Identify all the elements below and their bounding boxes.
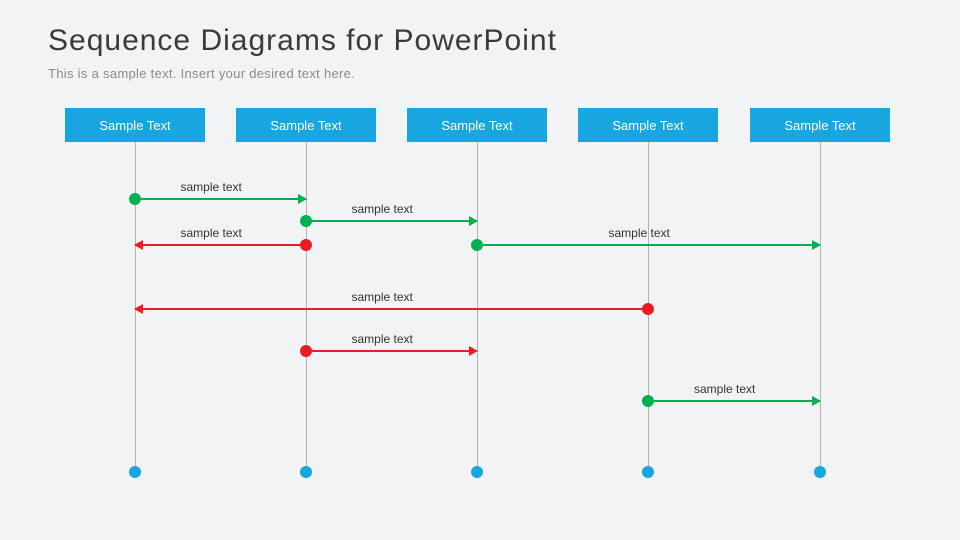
lifeline-2 <box>477 142 478 470</box>
lifeline-end-1 <box>300 466 312 478</box>
lifeline-1 <box>306 142 307 470</box>
lifeline-4 <box>820 142 821 470</box>
message-arrow-5 <box>306 350 477 352</box>
message-origin-dot-4 <box>642 303 654 315</box>
message-origin-dot-5 <box>300 345 312 357</box>
lane-header-4: Sample Text <box>750 108 890 142</box>
page-title: Sequence Diagrams for PowerPoint <box>48 24 557 58</box>
message-label-4: sample text <box>352 290 413 304</box>
lifeline-end-2 <box>471 466 483 478</box>
lifeline-end-3 <box>642 466 654 478</box>
message-label-0: sample text <box>181 180 242 194</box>
message-origin-dot-1 <box>300 215 312 227</box>
message-label-3: sample text <box>609 226 670 240</box>
message-label-5: sample text <box>352 332 413 346</box>
message-arrow-6 <box>648 400 820 402</box>
message-origin-dot-2 <box>300 239 312 251</box>
message-arrow-0 <box>135 198 306 200</box>
lane-header-3: Sample Text <box>578 108 718 142</box>
lane-header-1: Sample Text <box>236 108 376 142</box>
slide: Sequence Diagrams for PowerPoint This is… <box>0 0 960 540</box>
message-arrow-2 <box>135 244 306 246</box>
message-origin-dot-0 <box>129 193 141 205</box>
message-origin-dot-6 <box>642 395 654 407</box>
lane-header-0: Sample Text <box>65 108 205 142</box>
message-label-1: sample text <box>352 202 413 216</box>
message-arrow-3 <box>477 244 820 246</box>
page-subtitle: This is a sample text. Insert your desir… <box>48 66 355 81</box>
message-origin-dot-3 <box>471 239 483 251</box>
message-label-6: sample text <box>694 382 755 396</box>
message-arrow-1 <box>306 220 477 222</box>
lifeline-end-0 <box>129 466 141 478</box>
lane-header-2: Sample Text <box>407 108 547 142</box>
message-label-2: sample text <box>181 226 242 240</box>
lifeline-end-4 <box>814 466 826 478</box>
message-arrow-4 <box>135 308 648 310</box>
